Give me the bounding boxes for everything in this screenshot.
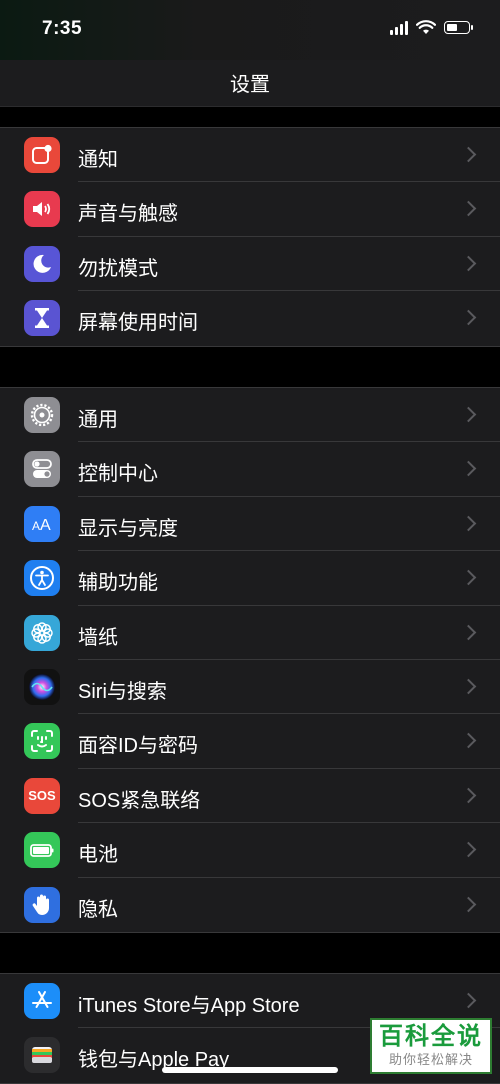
wallet-icon [24, 1037, 60, 1074]
settings-item-label: 墙纸 [78, 626, 118, 649]
settings-item-siri[interactable]: Siri与搜索 [0, 660, 500, 715]
nav-bar: 设置 [0, 60, 500, 107]
watermark-subtitle: 助你轻松解决 [388, 1052, 473, 1067]
toggles-icon [24, 451, 60, 488]
hourglass-icon [24, 300, 60, 337]
chevron-right-icon [460, 404, 480, 426]
chevron-right-icon [460, 894, 480, 916]
settings-item-label: 通知 [78, 149, 118, 171]
chevron-right-icon [460, 144, 480, 166]
chevron-right-icon [460, 567, 480, 589]
chevron-right-icon [460, 253, 480, 275]
settings-item-label: 屏幕使用时间 [78, 312, 198, 335]
settings-item-do-not-disturb[interactable]: 勿扰模式 [0, 237, 500, 292]
speaker-icon [24, 191, 60, 228]
watermark-title: 百科全说 [379, 1023, 483, 1050]
chevron-right-icon [460, 785, 480, 807]
chevron-right-icon [460, 676, 480, 698]
settings-item-label: 隐私 [78, 898, 118, 921]
settings-item-accessibility[interactable]: 辅助功能 [0, 551, 500, 606]
status-icons [390, 20, 473, 35]
chevron-right-icon [460, 622, 480, 644]
settings-item-label: 声音与触感 [78, 203, 178, 226]
chevron-right-icon [460, 198, 480, 220]
chevron-right-icon [460, 513, 480, 535]
settings-item-battery[interactable]: 电池 [0, 823, 500, 878]
home-indicator[interactable] [162, 1067, 338, 1073]
face-id-icon [24, 723, 60, 760]
settings-item-control-center[interactable]: 控制中心 [0, 442, 500, 498]
svg-text:A: A [40, 517, 51, 534]
flower-icon [24, 614, 60, 651]
settings-item-label: iTunes Store与App Store [78, 995, 300, 1017]
settings-item-sounds[interactable]: 声音与触感 [0, 182, 500, 238]
hand-icon [24, 886, 60, 923]
battery-status-icon [444, 21, 473, 34]
settings-item-wallpaper[interactable]: 墙纸 [0, 606, 500, 661]
settings-item-face-id[interactable]: 面容ID与密码 [0, 714, 500, 770]
settings-item-label: 面容ID与密码 [78, 735, 198, 758]
siri-icon [24, 668, 60, 705]
wifi-icon [416, 20, 436, 34]
sos-icon: SOS [24, 777, 60, 814]
chevron-right-icon [460, 458, 480, 480]
svg-text:A: A [32, 519, 40, 533]
chevron-right-icon [460, 307, 480, 329]
watermark-logo: 百科全说 助你轻松解决 [370, 1018, 492, 1074]
accessibility-icon [24, 560, 60, 597]
gear-icon [24, 397, 60, 433]
settings-item-notifications[interactable]: 通知 [0, 128, 500, 183]
settings-item-label: 电池 [78, 844, 118, 867]
settings-item-label: 辅助功能 [78, 572, 158, 595]
settings-item-screen-time[interactable]: 屏幕使用时间 [0, 291, 500, 345]
settings-item-label: 控制中心 [78, 463, 158, 486]
moon-icon [24, 245, 60, 282]
chevron-right-icon [460, 730, 480, 752]
text-size-icon: AA [24, 505, 60, 542]
settings-item-label: 勿扰模式 [78, 257, 158, 280]
battery-icon [24, 832, 60, 869]
status-bar: 7:35 [0, 0, 500, 60]
chevron-right-icon [460, 839, 480, 861]
settings-item-emergency-sos[interactable]: SOS SOS紧急联络 [0, 769, 500, 824]
settings-group-2: 通用 控制中心 AA 显示与亮度 辅助功能 墙纸 Siri与搜索 面容ID与密码… [0, 387, 500, 933]
settings-item-display[interactable]: AA 显示与亮度 [0, 497, 500, 552]
settings-item-label: SOS紧急联络 [78, 789, 201, 812]
settings-item-label: 显示与亮度 [78, 517, 178, 540]
page-title: 设置 [230, 74, 270, 96]
settings-group-1: 通知 声音与触感 勿扰模式 屏幕使用时间 [0, 127, 500, 347]
chevron-right-icon [460, 990, 480, 1012]
settings-item-label: 通用 [78, 409, 118, 431]
app-store-icon [24, 983, 60, 1019]
status-time: 7:35 [42, 18, 83, 39]
settings-item-label: Siri与搜索 [78, 680, 167, 703]
settings-item-general[interactable]: 通用 [0, 388, 500, 443]
notifications-icon [24, 137, 60, 173]
settings-item-privacy[interactable]: 隐私 [0, 878, 500, 932]
cellular-signal-icon [390, 20, 408, 35]
